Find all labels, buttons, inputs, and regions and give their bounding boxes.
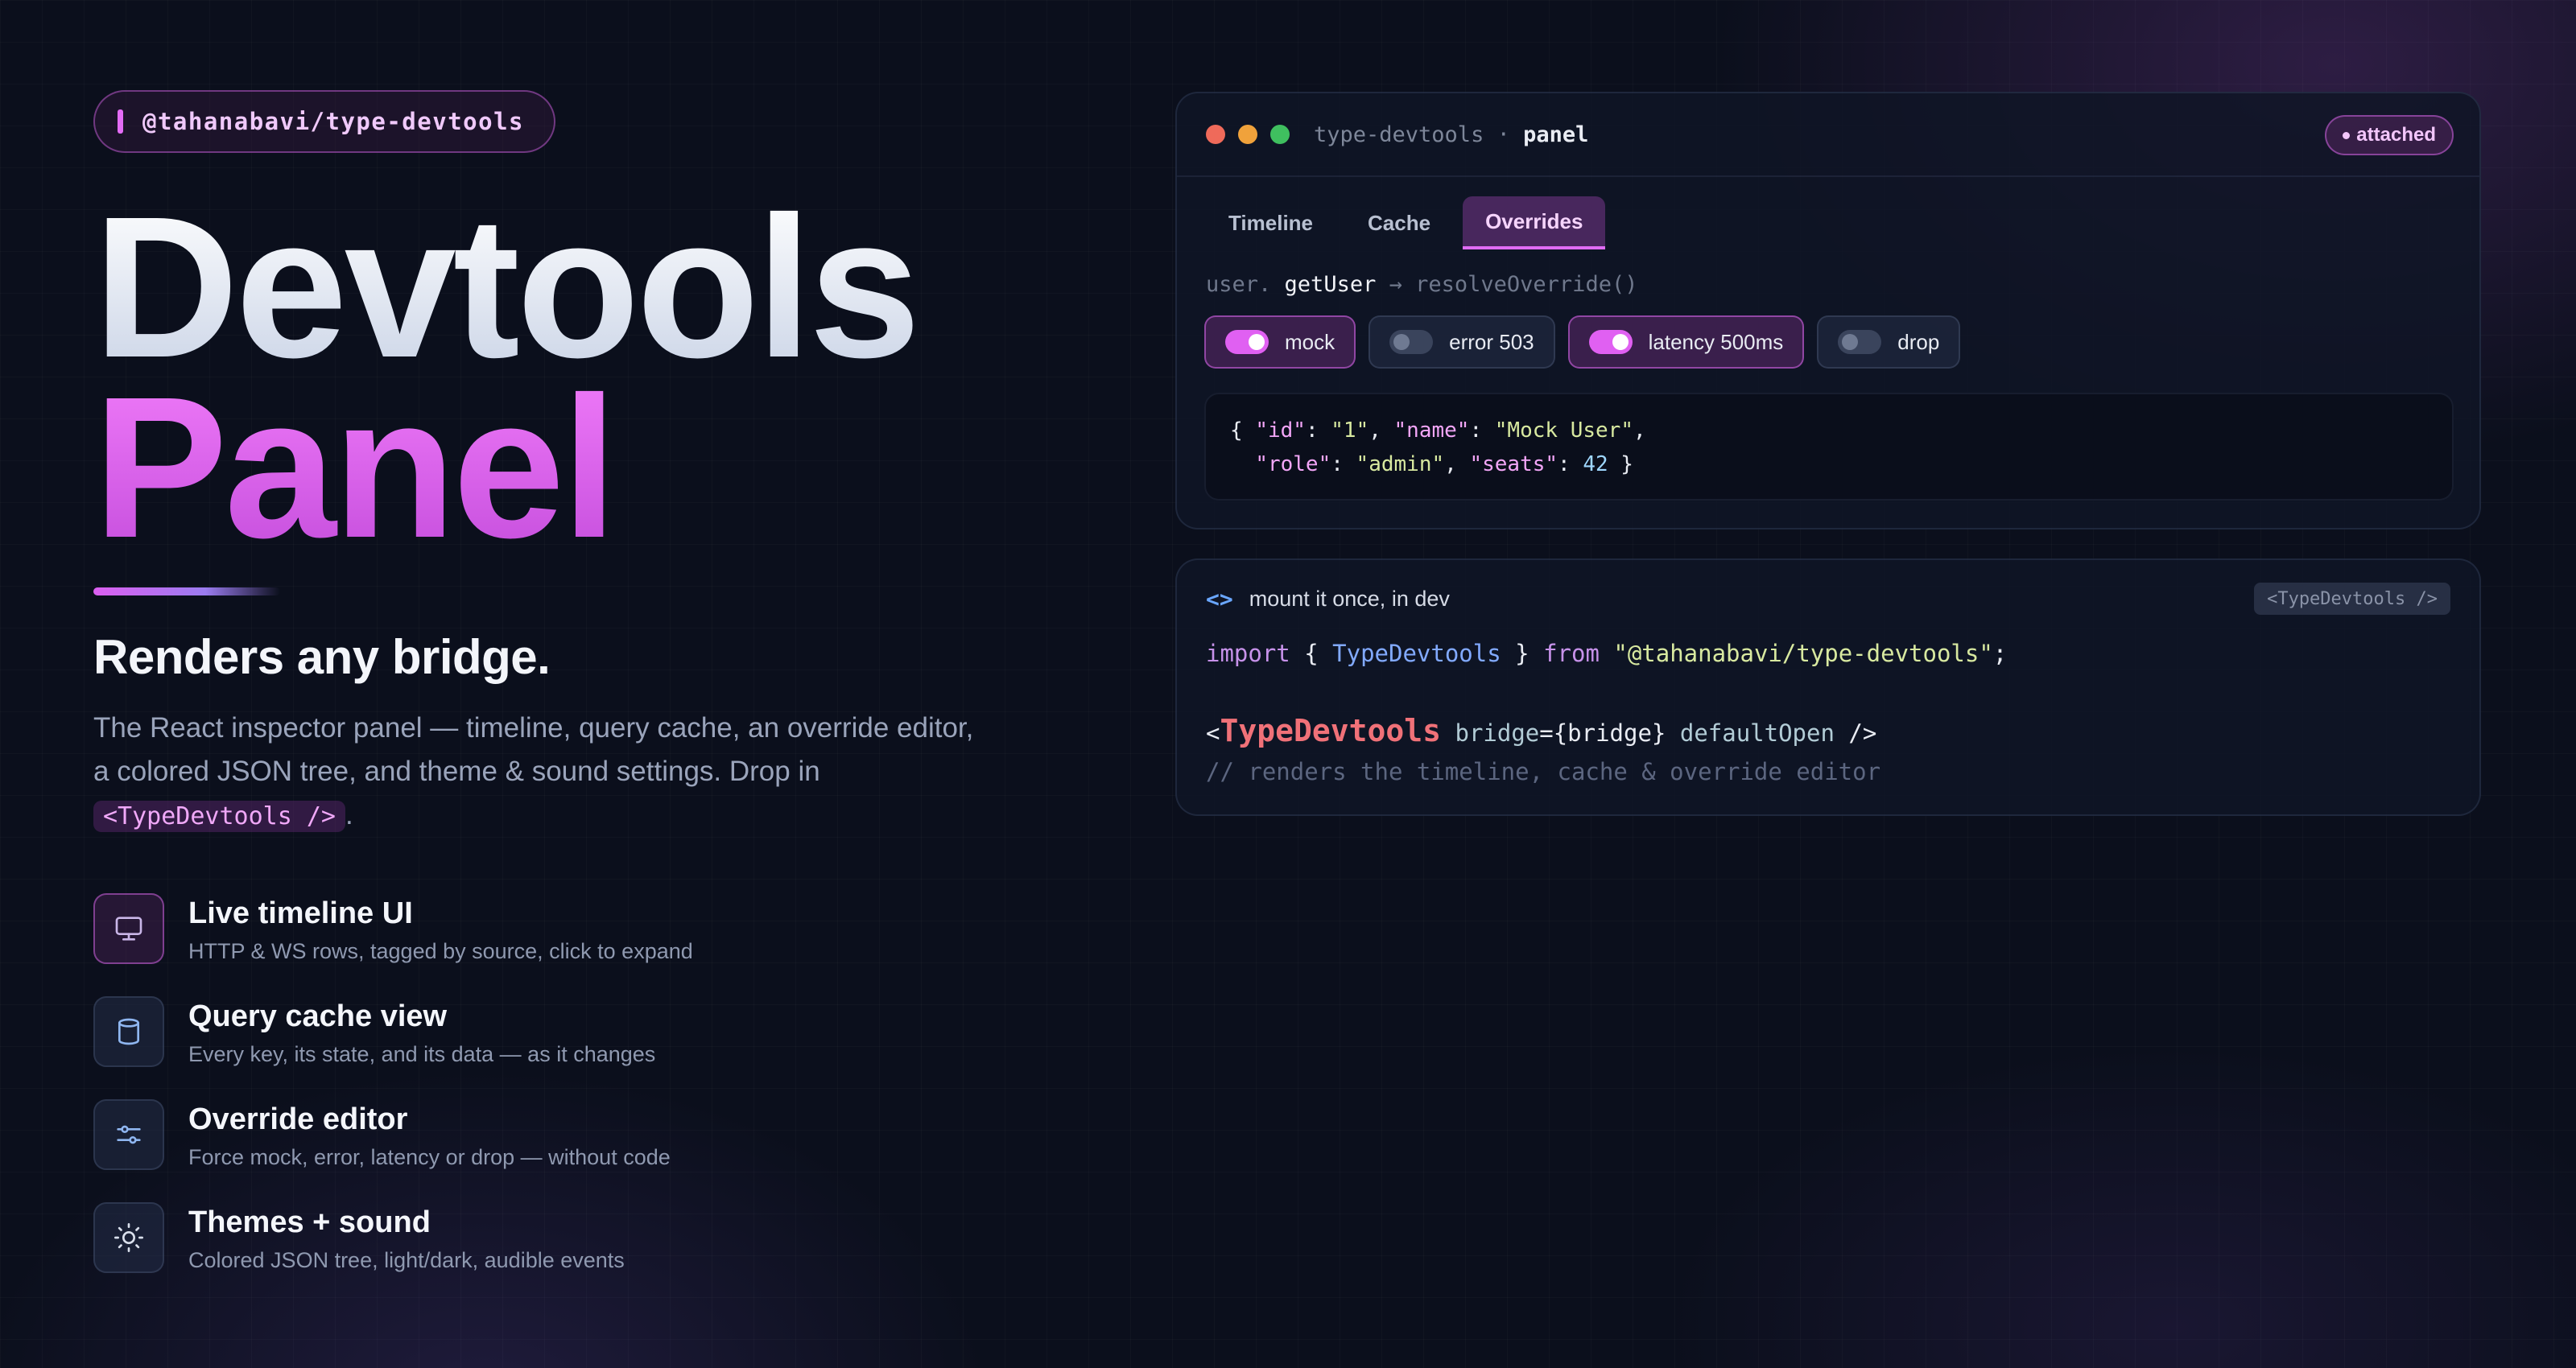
feature-item: Override editor Force mock, error, laten… xyxy=(93,1099,693,1202)
maximize-dot-icon[interactable] xyxy=(1270,125,1290,144)
mount-heading-text: mount it once, in dev xyxy=(1249,587,1450,611)
panel-title: type-devtools · panel xyxy=(1314,122,1588,147)
toggle-drop[interactable]: drop xyxy=(1817,315,1961,369)
code-string: "@tahanabavi/type-devtools" xyxy=(1613,640,1993,667)
override-toggles: mock error 503 latency 500ms drop xyxy=(1204,315,1973,369)
tab-cache[interactable]: Cache xyxy=(1345,196,1453,249)
feature-desc: Colored JSON tree, light/dark, audible e… xyxy=(188,1248,625,1272)
code-comment: // renders the timeline, cache & overrid… xyxy=(1206,758,1881,785)
feature-title: Override editor xyxy=(188,1102,408,1136)
code-keyword: from xyxy=(1543,640,1600,667)
feature-item: Live timeline UI HTTP & WS rows, tagged … xyxy=(93,893,693,996)
code-snippet[interactable]: import { TypeDevtools } from "@tahanabav… xyxy=(1206,634,2007,791)
toggle-switch[interactable] xyxy=(1389,330,1434,354)
resolve-suffix: → resolveOverride() xyxy=(1389,272,1638,297)
toggle-switch[interactable] xyxy=(1838,330,1882,354)
feature-desc: Force mock, error, latency or drop — wit… xyxy=(188,1145,671,1169)
toggle-label: latency 500ms xyxy=(1648,329,1784,354)
feature-desc: HTTP & WS rows, tagged by source, click … xyxy=(188,939,693,963)
feature-item: Query cache view Every key, its state, a… xyxy=(93,996,693,1099)
code-attr-value: {bridge} xyxy=(1553,719,1666,747)
code-keyword: import xyxy=(1206,640,1290,667)
panel-title-separator: · xyxy=(1496,122,1510,147)
json-id: 1 xyxy=(1343,418,1356,443)
database-icon xyxy=(93,996,164,1067)
toggle-switch[interactable] xyxy=(1225,330,1269,354)
feature-item: Themes + sound Colored JSON tree, light/… xyxy=(93,1202,693,1305)
feature-title: Query cache view xyxy=(188,999,448,1033)
json-preview[interactable]: { "id": "1", "name": "Mock User", "role"… xyxy=(1204,393,2454,501)
hero-title-line2: Panel xyxy=(93,355,617,579)
status-dot-icon xyxy=(2343,131,2351,139)
resolve-method: getUser xyxy=(1284,272,1377,297)
code-identifier: TypeDevtools xyxy=(1332,640,1501,667)
json-role: admin xyxy=(1368,452,1432,476)
sliders-icon xyxy=(93,1099,164,1170)
title-underline xyxy=(93,587,280,595)
status-text: attached xyxy=(2356,124,2436,146)
mount-card: <> mount it once, in dev <TypeDevtools /… xyxy=(1175,558,2481,816)
toggle-latency[interactable]: latency 500ms xyxy=(1567,315,1805,369)
monitor-icon xyxy=(93,893,164,964)
json-seats: 42 xyxy=(1583,452,1608,476)
package-name: @tahanabavi/type-devtools xyxy=(142,108,524,135)
component-tag: <TypeDevtools /> xyxy=(2254,583,2450,615)
toggle-label: mock xyxy=(1285,329,1335,354)
toggle-label: error 503 xyxy=(1449,329,1534,354)
package-pill[interactable]: @tahanabavi/type-devtools xyxy=(93,90,555,153)
description-code: <TypeDevtools /> xyxy=(93,801,345,832)
panel-header: type-devtools · panel attached xyxy=(1177,93,2479,177)
toggle-mock[interactable]: mock xyxy=(1204,315,1356,369)
feature-desc: Every key, its state, and its data — as … xyxy=(188,1042,656,1066)
close-dot-icon[interactable] xyxy=(1206,125,1225,144)
resolve-prefix: user. xyxy=(1206,272,1272,297)
panel-tabs: Timeline Cache Overrides xyxy=(1206,196,1615,249)
feature-title: Live timeline UI xyxy=(188,896,413,930)
subtitle: Renders any bridge. xyxy=(93,630,551,684)
mount-card-heading: <> mount it once, in dev xyxy=(1206,586,1450,612)
panel-title-main: panel xyxy=(1523,122,1589,147)
toggle-label: drop xyxy=(1897,329,1940,354)
feature-list: Live timeline UI HTTP & WS rows, tagged … xyxy=(93,893,693,1305)
tab-timeline[interactable]: Timeline xyxy=(1206,196,1335,249)
panel-title-prefix: type-devtools xyxy=(1314,122,1484,147)
code-attr: bridge xyxy=(1455,719,1540,747)
pill-accent-bar xyxy=(118,109,123,134)
description: The React inspector panel — timeline, qu… xyxy=(93,707,995,839)
devtools-panel: type-devtools · panel attached Timeline … xyxy=(1175,92,2481,529)
sun-icon xyxy=(93,1202,164,1273)
description-end: . xyxy=(345,799,353,830)
description-text: The React inspector panel — timeline, qu… xyxy=(93,712,974,787)
status-badge: attached xyxy=(2325,115,2454,155)
minimize-dot-icon[interactable] xyxy=(1238,125,1257,144)
code-icon: <> xyxy=(1206,586,1233,612)
tab-overrides[interactable]: Overrides xyxy=(1463,196,1606,249)
resolve-path: user. getUser → resolveOverride() xyxy=(1206,272,1637,297)
code-attr: defaultOpen xyxy=(1679,719,1835,747)
toggle-switch[interactable] xyxy=(1588,330,1633,354)
code-jsx-tag: TypeDevtools xyxy=(1220,713,1442,748)
json-name: Mock User xyxy=(1507,418,1621,443)
toggle-error-503[interactable]: error 503 xyxy=(1368,315,1555,369)
feature-title: Themes + sound xyxy=(188,1205,431,1239)
